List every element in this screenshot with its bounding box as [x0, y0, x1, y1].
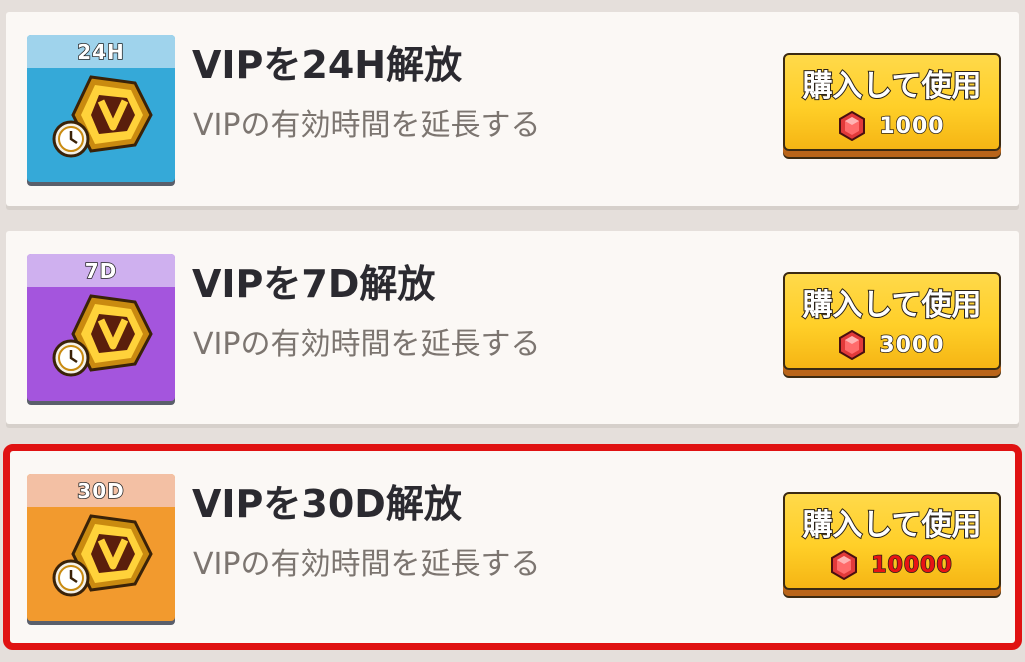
vip-badge-clock-icon [52, 294, 153, 377]
buy-button-label: 購入して使用 [801, 287, 982, 324]
price-row: 3000 [785, 330, 999, 360]
offer-card-30d: 30D VIPを30D解放 VIPの有効時間を延長する 購入して使用 10000 [3, 444, 1022, 650]
ruby-gem-icon [839, 111, 866, 141]
buy-and-use-button[interactable]: 購入して使用 1000 [783, 53, 1001, 151]
vip-badge-clock-icon [52, 514, 153, 597]
buy-and-use-button[interactable]: 購入して使用 3000 [783, 272, 1001, 370]
duration-tag: 7D [27, 254, 175, 287]
buy-and-use-button[interactable]: 購入して使用 10000 [783, 492, 1001, 590]
price-value: 1000 [879, 113, 945, 140]
ruby-gem-icon [839, 330, 866, 360]
vip-badge-clock-icon [52, 75, 153, 158]
ruby-gem-icon [831, 550, 858, 580]
duration-tag: 24H [27, 35, 175, 68]
offer-title: VIPを24H解放 [192, 43, 463, 87]
offer-card-24h: 24H VIPを24H解放 VIPの有効時間を延長する 購入して使用 1000 [6, 12, 1019, 206]
buy-button-label: 購入して使用 [801, 507, 982, 544]
offer-description: VIPの有効時間を延長する [193, 547, 541, 582]
offer-icon-tile: 30D [27, 474, 175, 621]
offer-icon-tile: 7D [27, 254, 175, 401]
duration-tag: 30D [27, 474, 175, 507]
offer-icon-tile: 24H [27, 35, 175, 182]
price-row: 10000 [785, 550, 999, 580]
buy-button-label: 購入して使用 [801, 68, 982, 105]
price-row: 1000 [785, 111, 999, 141]
offer-title: VIPを30D解放 [192, 482, 462, 526]
price-value-insufficient: 10000 [870, 552, 953, 579]
offer-title: VIPを7D解放 [192, 262, 436, 306]
offer-description: VIPの有効時間を延長する [193, 327, 541, 362]
offer-card-7d: 7D VIPを7D解放 VIPの有効時間を延長する 購入して使用 3000 [6, 231, 1019, 424]
offer-description: VIPの有効時間を延長する [193, 108, 541, 143]
price-value: 3000 [879, 332, 945, 359]
